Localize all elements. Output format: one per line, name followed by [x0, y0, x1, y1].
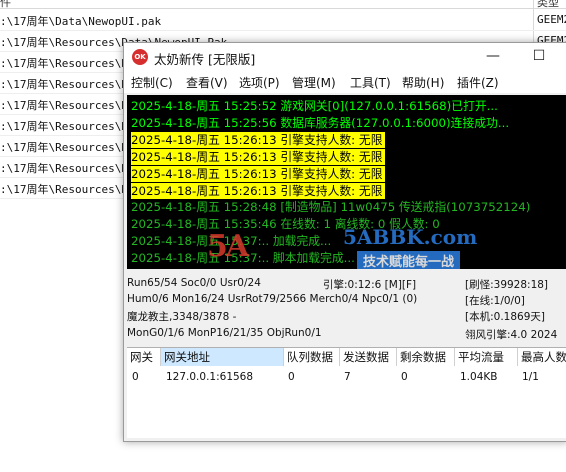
title-bar[interactable]: OK 太奶新传 [无限版] — ☐	[124, 43, 566, 71]
menu-tools[interactable]: 工具(T)	[350, 74, 391, 91]
col-max-users[interactable]: 最高人数	[518, 348, 566, 366]
col-queue-data[interactable]: 队列数据	[284, 348, 340, 366]
maximize-button[interactable]: ☐	[520, 43, 558, 71]
cell-address: 127.0.0.1:61568	[166, 371, 254, 383]
cell-remaining: 0	[401, 371, 408, 383]
list-item[interactable]: :\17周年\Data\NewopUI.pak GEEM2	[0, 9, 566, 31]
log-line: 2025-4-18-周五 15:28:48 [制造物品] 11w0475 传送戒…	[131, 200, 531, 215]
app-window: OK 太奶新传 [无限版] — ☐ 控制(C) 查看(V) 选项(P) 管理(M…	[123, 42, 566, 442]
menu-plugins[interactable]: 插件(Z)	[457, 74, 499, 91]
list-item-path: :\17周年\Resources\D	[0, 78, 128, 91]
cell-queue: 0	[288, 371, 295, 383]
status-run: Run65/54 Soc0/0 Usr0/24	[127, 277, 261, 289]
list-item-path: :\17周年\Resources\D	[0, 162, 128, 175]
app-icon: OK	[132, 49, 148, 65]
log-line: 2025-4-18-周五 15:26:13 引擎支持人数: 无限	[131, 165, 385, 182]
col-remaining-data[interactable]: 剩余数据	[397, 348, 455, 366]
cell-avg: 1.04KB	[460, 371, 498, 383]
col-send-data[interactable]: 发送数据	[340, 348, 397, 366]
status-hum: Hum0/6 Mon16/24 UsrRot79/2566 Merch0/4 N…	[127, 293, 418, 305]
menu-help[interactable]: 帮助(H)	[402, 74, 444, 91]
status-local: [本机:0.1869天]	[465, 311, 545, 323]
list-item-path: :\17周年\Resources\D	[0, 99, 128, 112]
log-line: 2025-4-18-周五 15:25:52 游戏网关[0](127.0.0.1:…	[131, 99, 498, 113]
window-title: 太奶新传 [无限版]	[154, 52, 256, 67]
list-item-path: :\17周年\Data\NewopUI.pak	[0, 15, 162, 28]
col-avg-traffic[interactable]: 平均流量	[455, 348, 518, 366]
cell-send: 7	[344, 371, 351, 383]
log-console[interactable]: 2025-4-18-周五 15:25:52 游戏网关[0](127.0.0.1:…	[127, 95, 566, 269]
watermark: 5A 5ABBK.com 技术赋能每一战	[207, 225, 537, 269]
gateway-table: 网关 网关地址 队列数据 发送数据 剩余数据 平均流量 最高人数 0 127.0…	[127, 347, 566, 438]
log-line: 2025-4-18-周五 15:26:13 引擎支持人数: 无限	[131, 182, 385, 199]
watermark-site: 5ABBK.com	[343, 225, 478, 249]
log-line: 2025-4-18-周五 15:25:56 数据库服务器(127.0.0.1:6…	[131, 115, 510, 130]
minimize-button[interactable]: —	[474, 43, 512, 71]
status-engine: 引擎:0:12:6 [M][F]	[323, 279, 417, 291]
status-boss: 魔龙教主,3348/3878 -	[127, 311, 237, 323]
status-spawn: [刷怪:39928:18]	[465, 279, 549, 291]
list-item-path: :\17周年\Resources\D	[0, 183, 128, 196]
status-version: 翎风引擎:4.0 2024	[465, 329, 558, 341]
status-mon: MonG0/1/6 MonP16/21/35 ObjRun0/1	[127, 327, 322, 339]
list-item-path: :\17周年\Resources\D	[0, 141, 128, 154]
list-header: 件 类型	[0, 0, 566, 9]
log-line: 2025-4-18-周五 15:26:13 引擎支持人数: 无限	[131, 148, 385, 165]
cell-gateway: 0	[132, 371, 139, 383]
list-item-path: :\17周年\Resources\D	[0, 57, 128, 70]
col-gateway[interactable]: 网关	[127, 348, 161, 366]
watermark-logo: 5A	[207, 229, 249, 264]
status-online: [在线:1/0/0]	[465, 295, 525, 307]
menu-options[interactable]: 选项(P)	[239, 74, 280, 91]
list-item-type: GEEM2	[537, 13, 566, 26]
menu-bar: 控制(C) 查看(V) 选项(P) 管理(M) 工具(T) 帮助(H) 插件(Z…	[124, 71, 566, 93]
cell-max: 1/1	[522, 371, 539, 383]
list-item-path: :\17周年\Resources\D	[0, 120, 128, 133]
watermark-slogan: 技术赋能每一战	[357, 251, 461, 269]
log-line: 2025-4-18-周五 15:26:13 引擎支持人数: 无限	[131, 131, 385, 148]
menu-manage[interactable]: 管理(M)	[292, 74, 336, 91]
menu-control[interactable]: 控制(C)	[131, 74, 173, 91]
status-panel: Run65/54 Soc0/0 Usr0/24 引擎:0:12:6 [M][F]…	[127, 273, 566, 345]
menu-view[interactable]: 查看(V)	[186, 74, 228, 91]
col-gateway-address[interactable]: 网关地址	[161, 348, 284, 366]
